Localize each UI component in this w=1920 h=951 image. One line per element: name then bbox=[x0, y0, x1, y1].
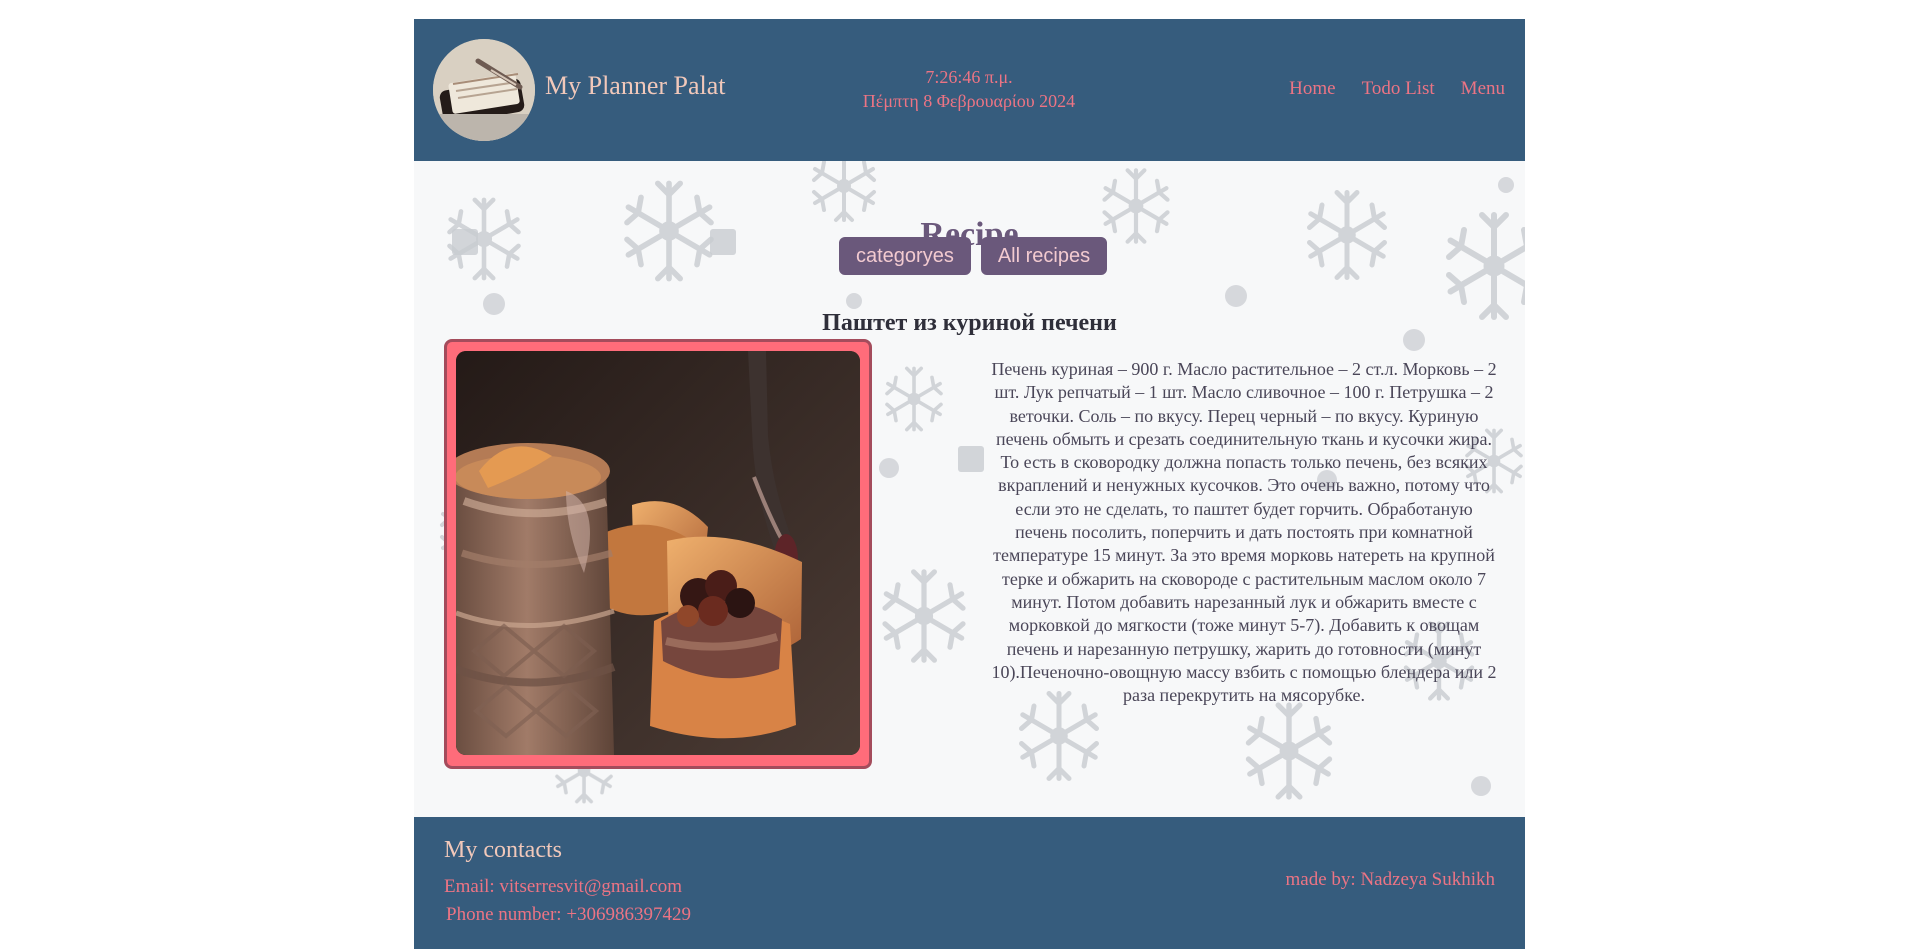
recipe-content: Recipe categoryes All recipes Паштет из … bbox=[414, 161, 1525, 817]
current-date: Πέμπτη 8 Φεβρουαρίου 2024 bbox=[862, 91, 1076, 111]
recipe-actions: categoryes All recipes bbox=[839, 237, 1108, 275]
chicken-liver-pate-photo bbox=[456, 351, 860, 755]
planner-logo-icon[interactable] bbox=[433, 39, 535, 141]
nav-menu-link[interactable]: Menu bbox=[1461, 78, 1505, 100]
recipe-image-frame bbox=[444, 339, 872, 769]
recipe-page: My Planner Palat 7:26:46 π.μ. Πέμπτη 8 Φ… bbox=[414, 19, 1525, 949]
categories-button[interactable]: categoryes bbox=[839, 237, 971, 275]
date-time-display: 7:26:46 π.μ. Πέμπτη 8 Φεβρουαρίου 2024 bbox=[849, 65, 1089, 113]
site-header: My Planner Palat 7:26:46 π.μ. Πέμπτη 8 Φ… bbox=[414, 19, 1525, 161]
recipe-instructions: Печень куриная – 900 г. Масло растительн… bbox=[991, 359, 1497, 706]
author-credit: made by: Nadzeya Sukhikh bbox=[1285, 869, 1495, 890]
email-contact[interactable]: Email: vitserresvit@gmail.com bbox=[444, 876, 682, 898]
phone-contact[interactable]: Phone number: +306986397429 bbox=[446, 904, 691, 926]
site-title[interactable]: My Planner Palat bbox=[545, 71, 726, 101]
contacts-title: My contacts bbox=[444, 837, 562, 863]
current-time: 7:26:46 π.μ. bbox=[925, 67, 1013, 87]
nav-todo-list-link[interactable]: Todo List bbox=[1362, 78, 1435, 100]
nav-home-link[interactable]: Home bbox=[1289, 78, 1335, 100]
all-recipes-button[interactable]: All recipes bbox=[980, 237, 1108, 275]
site-footer: My contacts Email: vitserresvit@gmail.co… bbox=[414, 817, 1525, 949]
main-navigation: Home Todo List Menu bbox=[1289, 78, 1505, 100]
recipe-title: Паштет из куриной печени bbox=[822, 309, 1117, 336]
